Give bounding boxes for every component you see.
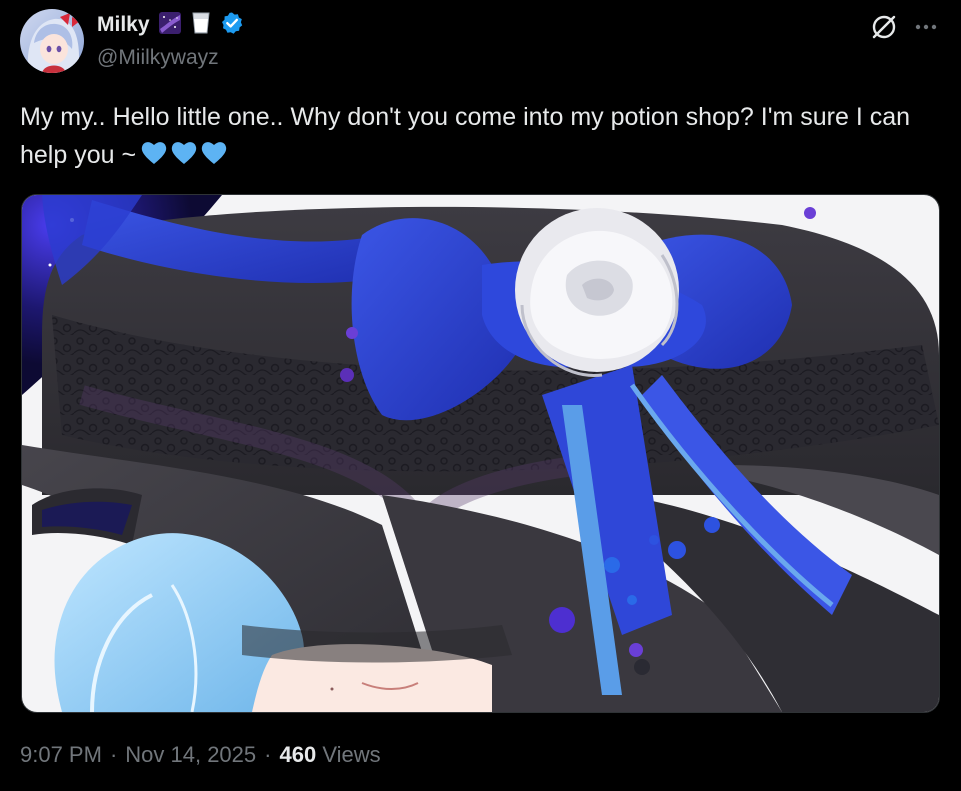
- handle[interactable]: @Miilkywayz: [97, 46, 244, 70]
- blue-heart-emoji: [141, 142, 167, 164]
- top-icons: [869, 12, 939, 47]
- avatar-image: [20, 9, 84, 73]
- illustration-witch-hat: [22, 195, 939, 712]
- milk-glass-emoji: [190, 11, 212, 40]
- tweet-time[interactable]: 9:07 PM: [20, 742, 102, 768]
- views-count: 460: [279, 742, 317, 767]
- tweet-date[interactable]: Nov 14, 2025: [125, 742, 256, 768]
- meta-separator: ·: [264, 742, 272, 767]
- more-icon[interactable]: [913, 14, 939, 45]
- heart-emojis: [140, 139, 228, 167]
- views-label: Views: [322, 742, 381, 767]
- tweet: Milky @Miilkywayz My my.. Hello little o…: [0, 0, 961, 791]
- blue-heart-emoji: [171, 142, 197, 164]
- meta-separator: ·: [109, 742, 118, 767]
- views[interactable]: 460 Views: [279, 742, 380, 768]
- user-block: Milky @Miilkywayz: [97, 11, 244, 70]
- blue-heart-emoji: [201, 142, 227, 164]
- milky-way-emoji: [158, 11, 182, 40]
- avatar[interactable]: [20, 9, 84, 73]
- display-name[interactable]: Milky: [97, 13, 150, 37]
- name-row: Milky: [97, 11, 244, 40]
- verified-badge-icon[interactable]: [220, 11, 244, 40]
- tweet-meta: 9:07 PM · Nov 14, 2025 · 460 Views: [20, 742, 381, 768]
- grok-icon[interactable]: [869, 12, 899, 47]
- tweet-image[interactable]: [21, 194, 940, 713]
- tweet-text: My my.. Hello little one.. Why don't you…: [20, 98, 945, 174]
